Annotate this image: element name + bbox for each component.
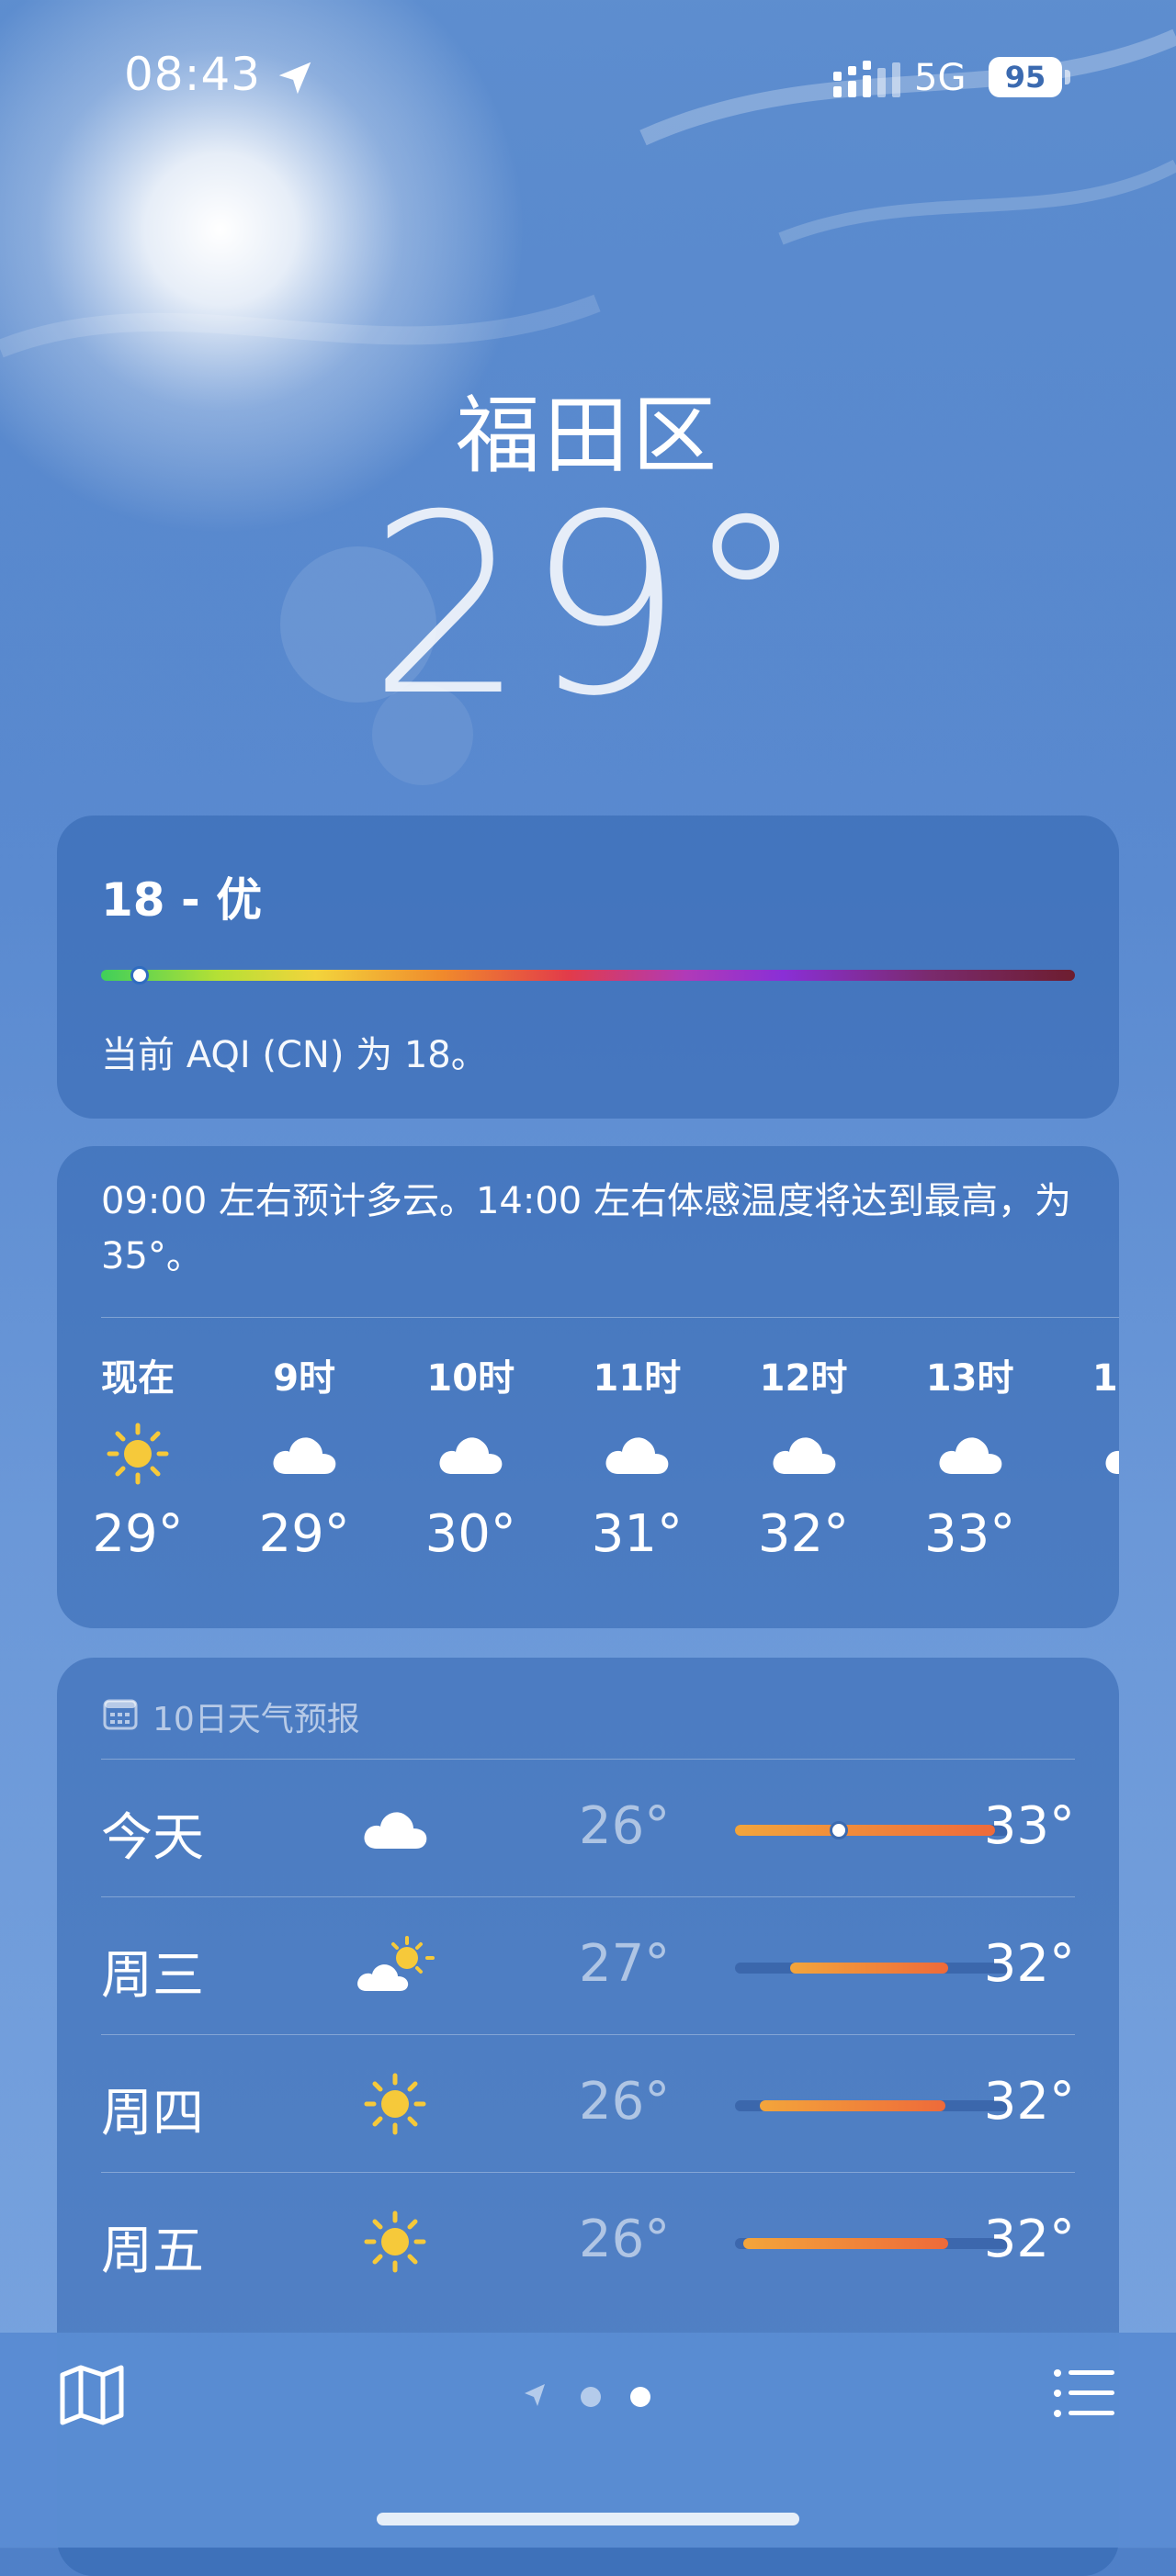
daily-row: 今天 26° 33° (101, 1759, 1075, 1897)
air-quality-card[interactable]: 18 - 优 当前 AQI (CN) 为 18。 (57, 816, 1119, 1119)
hour-temperature: 33° (923, 1504, 1016, 1564)
cloud-icon (740, 1403, 868, 1504)
sun-icon (349, 2063, 441, 2145)
hour-label: 11时 (593, 1357, 682, 1400)
home-indicator (377, 2513, 799, 2525)
day-label: 周五 (101, 2222, 204, 2281)
hourly-item: 13时 33° (906, 1348, 1035, 1564)
hourly-item: 现在 29° (74, 1348, 202, 1564)
bottom-toolbar (0, 2333, 1176, 2548)
temperature-range-bar (735, 2100, 1009, 2111)
temperature-range-bar (735, 1821, 1009, 1839)
low-temperature: 26° (579, 2072, 671, 2132)
status-bar: 08:43 5G 95 (0, 0, 1176, 129)
hourly-forecast-card[interactable]: 09:00 左右预计多云。14:00 左右体感温度将达到最高，为 35°。 现在… (57, 1146, 1119, 1628)
temperature-range-bar (735, 1963, 1009, 1974)
daily-row: 周三 27° 32° (101, 1896, 1075, 2035)
temperature-range-fill (759, 2100, 946, 2111)
hour-temperature: 30° (424, 1504, 516, 1564)
network-type: 5G (914, 57, 967, 99)
daily-row: 周五 26° 32° (101, 2172, 1075, 2311)
calendar-icon (103, 1699, 138, 1730)
temperature-range-fill (742, 2238, 949, 2249)
hourly-item: 14时 3 (1072, 1348, 1119, 1564)
low-temperature: 27° (579, 1934, 671, 1994)
status-time: 08:43 (124, 48, 262, 101)
current-temperature: 29° (368, 461, 808, 750)
location-arrow-icon (278, 62, 311, 95)
hourly-item: 11时 31° (572, 1348, 701, 1564)
hour-temperature: 3 (1072, 1504, 1119, 1564)
current-temperature-marker (830, 1821, 849, 1839)
partly-sunny-icon (349, 1925, 441, 2008)
sun-icon (74, 1403, 202, 1504)
hourly-item: 10时 30° (406, 1348, 535, 1564)
cloud-icon (1072, 1403, 1119, 1504)
cloud-icon (406, 1403, 535, 1504)
high-temperature: 32° (983, 2072, 1075, 2132)
map-icon[interactable] (57, 2360, 127, 2430)
page-dot (581, 2387, 601, 2407)
day-label: 周四 (101, 2084, 204, 2143)
hour-label: 现在 (101, 1357, 175, 1400)
cloud-icon (349, 1787, 441, 1870)
high-temperature: 33° (983, 1796, 1075, 1856)
location-page-icon (525, 2384, 545, 2406)
hour-temperature: 31° (591, 1504, 683, 1564)
ten-day-header-label: 10日天气预报 (153, 1701, 360, 1738)
hourly-summary: 09:00 左右预计多云。14:00 左右体感温度将达到最高，为 35°。 (101, 1180, 1071, 1277)
temperature-range-fill (789, 1963, 949, 1974)
aqi-value: 18 - 优 (101, 873, 263, 927)
high-temperature: 32° (983, 1934, 1075, 1994)
page-dot-active (630, 2387, 650, 2407)
hourly-item: 12时 32° (740, 1348, 868, 1564)
list-icon[interactable] (1052, 2366, 1116, 2421)
battery-icon: 95 (989, 57, 1071, 97)
sun-icon (349, 2200, 441, 2283)
divider (101, 1317, 1119, 1318)
hour-temperature: 29° (92, 1504, 184, 1564)
daily-row: 周四 26° 32° (101, 2034, 1075, 2173)
high-temperature: 32° (983, 2210, 1075, 2269)
temperature-range-fill (735, 1825, 996, 1836)
day-label: 今天 (101, 1808, 204, 1868)
hour-label: 13时 (925, 1357, 1014, 1400)
hour-label: 9时 (273, 1357, 336, 1400)
aqi-indicator (130, 966, 150, 984)
hour-label: 14时 (1091, 1357, 1119, 1400)
low-temperature: 26° (579, 2210, 671, 2269)
hour-temperature: 29° (258, 1504, 350, 1564)
cloud-icon (240, 1403, 368, 1504)
page-indicator[interactable] (519, 2379, 657, 2415)
battery-cap (1065, 70, 1070, 84)
hourly-item: 9时 29° (240, 1348, 368, 1564)
temperature-range-bar (735, 2238, 1009, 2249)
cellular-signal-icon (833, 61, 900, 97)
hour-label: 12时 (759, 1357, 848, 1400)
battery-level: 95 (989, 57, 1062, 97)
aqi-scale-bar (101, 970, 1075, 981)
aqi-description: 当前 AQI (CN) 为 18。 (101, 1034, 488, 1076)
cloud-icon (906, 1403, 1035, 1504)
hour-temperature: 32° (757, 1504, 850, 1564)
day-label: 周三 (101, 1946, 204, 2006)
cloud-icon (572, 1403, 701, 1504)
hour-label: 10时 (426, 1357, 515, 1400)
low-temperature: 26° (579, 1796, 671, 1856)
